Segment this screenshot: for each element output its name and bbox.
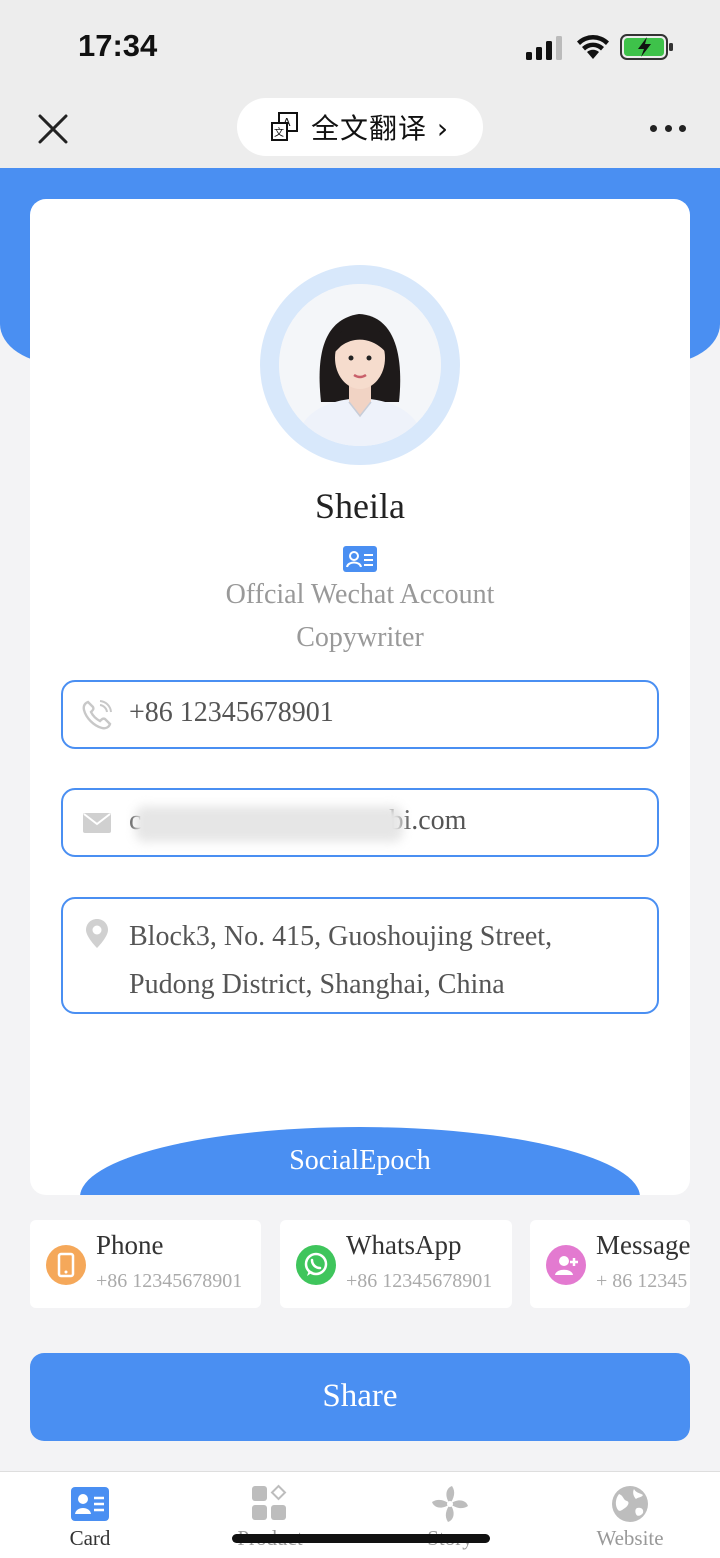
phone-field[interactable]: +86 12345678901	[61, 680, 659, 749]
email-field[interactable]: cbi.com	[61, 788, 659, 857]
whatsapp-icon	[296, 1245, 336, 1285]
share-button[interactable]: Share	[30, 1353, 690, 1441]
tile-number: + 86 12345	[596, 1270, 688, 1292]
job-title-role: Copywriter	[296, 622, 424, 653]
product-icon	[252, 1484, 287, 1520]
location-pin-icon	[86, 919, 108, 948]
address-field[interactable]: Block3, No. 415, Guoshoujing Street, Pud…	[61, 897, 659, 1014]
avatar	[279, 284, 441, 446]
message-tile[interactable]: Message + 86 12345	[530, 1220, 690, 1308]
social-epoch-label: SocialEpoch	[289, 1145, 431, 1176]
mail-icon	[83, 813, 111, 833]
translate-button[interactable]: A 文 全文翻译 ›	[237, 98, 483, 156]
tab-label: Card	[69, 1526, 111, 1550]
profile-photo	[279, 284, 441, 446]
social-epoch-button[interactable]: SocialEpoch	[80, 1127, 640, 1195]
navigation-bar: A 文 全文翻译 ›	[0, 92, 720, 168]
email-redaction	[135, 806, 403, 842]
tab-website[interactable]: Website	[570, 1484, 690, 1551]
phone-number: +86 12345678901	[129, 697, 334, 728]
tile-label: Message	[596, 1230, 690, 1260]
phone-icon	[46, 1245, 86, 1285]
close-icon[interactable]	[36, 112, 70, 146]
wifi-icon	[577, 35, 609, 59]
cellular-signal-icon	[526, 36, 562, 60]
phone-tile[interactable]: Phone +86 12345678901	[30, 1220, 261, 1308]
whatsapp-tile[interactable]: WhatsApp +86 12345678901	[280, 1220, 512, 1308]
phone-call-icon	[82, 700, 112, 730]
job-title-company: Offcial Wechat Account	[225, 579, 495, 610]
tab-card[interactable]: Card	[30, 1484, 150, 1551]
tile-number: +86 12345678901	[96, 1270, 243, 1292]
svg-text:文: 文	[274, 126, 284, 139]
status-bar: 17:34	[0, 0, 720, 92]
tile-label: WhatsApp	[346, 1230, 462, 1260]
translate-label: 全文翻译 ›	[311, 112, 450, 145]
globe-icon	[612, 1486, 648, 1522]
tile-number: +86 12345678901	[346, 1270, 493, 1292]
business-card: Sheila Offcial Wechat Account Copywriter…	[30, 199, 690, 1195]
avatar-ring	[260, 265, 460, 465]
tab-label: Website	[596, 1526, 664, 1550]
message-icon	[546, 1245, 586, 1285]
battery-charging-icon	[620, 34, 673, 60]
address-text: Block3, No. 415, Guoshoujing Street, Pud…	[129, 921, 553, 1000]
card-icon	[71, 1487, 109, 1521]
bottom-tab-bar: Card Product Story Website	[0, 1471, 720, 1558]
contact-name: Sheila	[315, 486, 405, 526]
tile-label: Phone	[96, 1230, 164, 1260]
home-indicator	[232, 1534, 490, 1543]
story-icon	[432, 1486, 468, 1522]
status-time: 17:34	[78, 28, 158, 63]
translate-icon: A 文	[271, 112, 298, 141]
more-options-icon[interactable]	[650, 122, 686, 134]
id-card-icon	[343, 546, 377, 572]
